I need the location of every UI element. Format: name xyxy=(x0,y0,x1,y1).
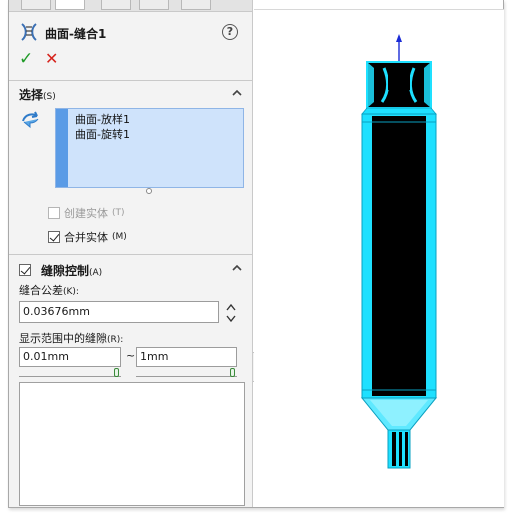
create-solid-label: 创建实体 xyxy=(64,207,108,220)
feature-title: 曲面-缝合1 xyxy=(45,27,107,41)
tab-configuration-manager[interactable] xyxy=(101,0,131,10)
panel-header: 曲面-缝合1 ? ✓ ✕ xyxy=(9,14,252,72)
ok-icon[interactable]: ✓ xyxy=(19,50,33,68)
create-solid-checkbox[interactable] xyxy=(48,207,60,219)
property-manager-panel: 曲面-缝合1 ? ✓ ✕ 选择(S) 曲面-放样1 曲面-旋转1 创建实体 (T) xyxy=(9,0,253,507)
knit-surface-icon xyxy=(21,23,37,41)
divider xyxy=(9,254,252,255)
selection-listbox[interactable]: 曲面-放样1 曲面-旋转1 xyxy=(55,108,244,188)
tab-feature-manager[interactable] xyxy=(21,0,51,10)
selection-section-header[interactable]: 选择(S) xyxy=(19,86,243,104)
listbox-focus-bar xyxy=(56,109,68,187)
surface-model[interactable] xyxy=(254,10,504,507)
create-solid-option[interactable]: 创建实体 (T) xyxy=(48,205,125,221)
gap-range-label-row: 显示范围中的缝隙(R): xyxy=(19,330,123,346)
chevron-up-icon[interactable] xyxy=(231,87,243,99)
gap-results-list[interactable] xyxy=(19,382,245,506)
create-solid-key: (T) xyxy=(112,208,125,218)
merge-entities-checkbox[interactable] xyxy=(48,231,60,243)
merge-entities-option[interactable]: 合并实体 (M) xyxy=(48,229,127,245)
gap-range-min-input[interactable]: 0.01mm xyxy=(19,347,121,367)
help-icon[interactable]: ? xyxy=(222,24,238,40)
tolerance-key: (K): xyxy=(63,287,79,297)
selection-arrow-icon xyxy=(22,111,39,129)
list-item[interactable]: 曲面-放样1 xyxy=(75,111,130,127)
gap-control-section-header[interactable]: 缝隙控制(A) xyxy=(19,261,243,279)
gap-control-heading: 缝隙控制 xyxy=(41,263,90,278)
tab-property-manager[interactable] xyxy=(55,0,85,10)
selection-heading-key: (S) xyxy=(43,92,56,102)
list-item[interactable]: 曲面-旋转1 xyxy=(75,126,130,142)
gap-control-checkbox[interactable] xyxy=(19,264,31,276)
listbox-resize-handle[interactable] xyxy=(146,188,152,194)
merge-entities-key: (M) xyxy=(112,232,127,242)
window-frame: 曲面-缝合1 ? ✓ ✕ 选择(S) 曲面-放样1 曲面-旋转1 创建实体 (T) xyxy=(8,0,504,508)
graphics-viewport[interactable] xyxy=(254,10,504,507)
slider-thumb[interactable] xyxy=(230,368,235,377)
cancel-icon[interactable]: ✕ xyxy=(45,50,58,68)
slider-thumb[interactable] xyxy=(114,368,119,377)
selection-heading: 选择 xyxy=(19,88,44,102)
tolerance-label-row: 缝合公差(K): xyxy=(19,282,79,298)
gap-range-max-input[interactable]: 1mm xyxy=(136,347,237,367)
spinner-icon[interactable] xyxy=(224,302,238,324)
merge-entities-label: 合并实体 xyxy=(64,231,108,244)
chevron-up-icon[interactable] xyxy=(231,262,243,274)
tab-display-manager[interactable] xyxy=(181,0,211,10)
gap-range-min-slider[interactable] xyxy=(19,368,121,377)
panel-tab-strip xyxy=(9,0,252,12)
tolerance-label: 缝合公差 xyxy=(19,284,63,297)
gap-control-heading-key: (A) xyxy=(89,267,103,278)
gap-range-key: (R): xyxy=(107,335,124,345)
gap-range-label: 显示范围中的缝隙 xyxy=(19,332,107,345)
divider xyxy=(9,80,252,81)
tab-dimxpert-manager[interactable] xyxy=(139,0,169,10)
tolerance-input[interactable]: 0.03676mm xyxy=(19,301,219,323)
range-separator: ~ xyxy=(126,349,136,362)
gap-range-max-slider[interactable] xyxy=(136,368,237,377)
